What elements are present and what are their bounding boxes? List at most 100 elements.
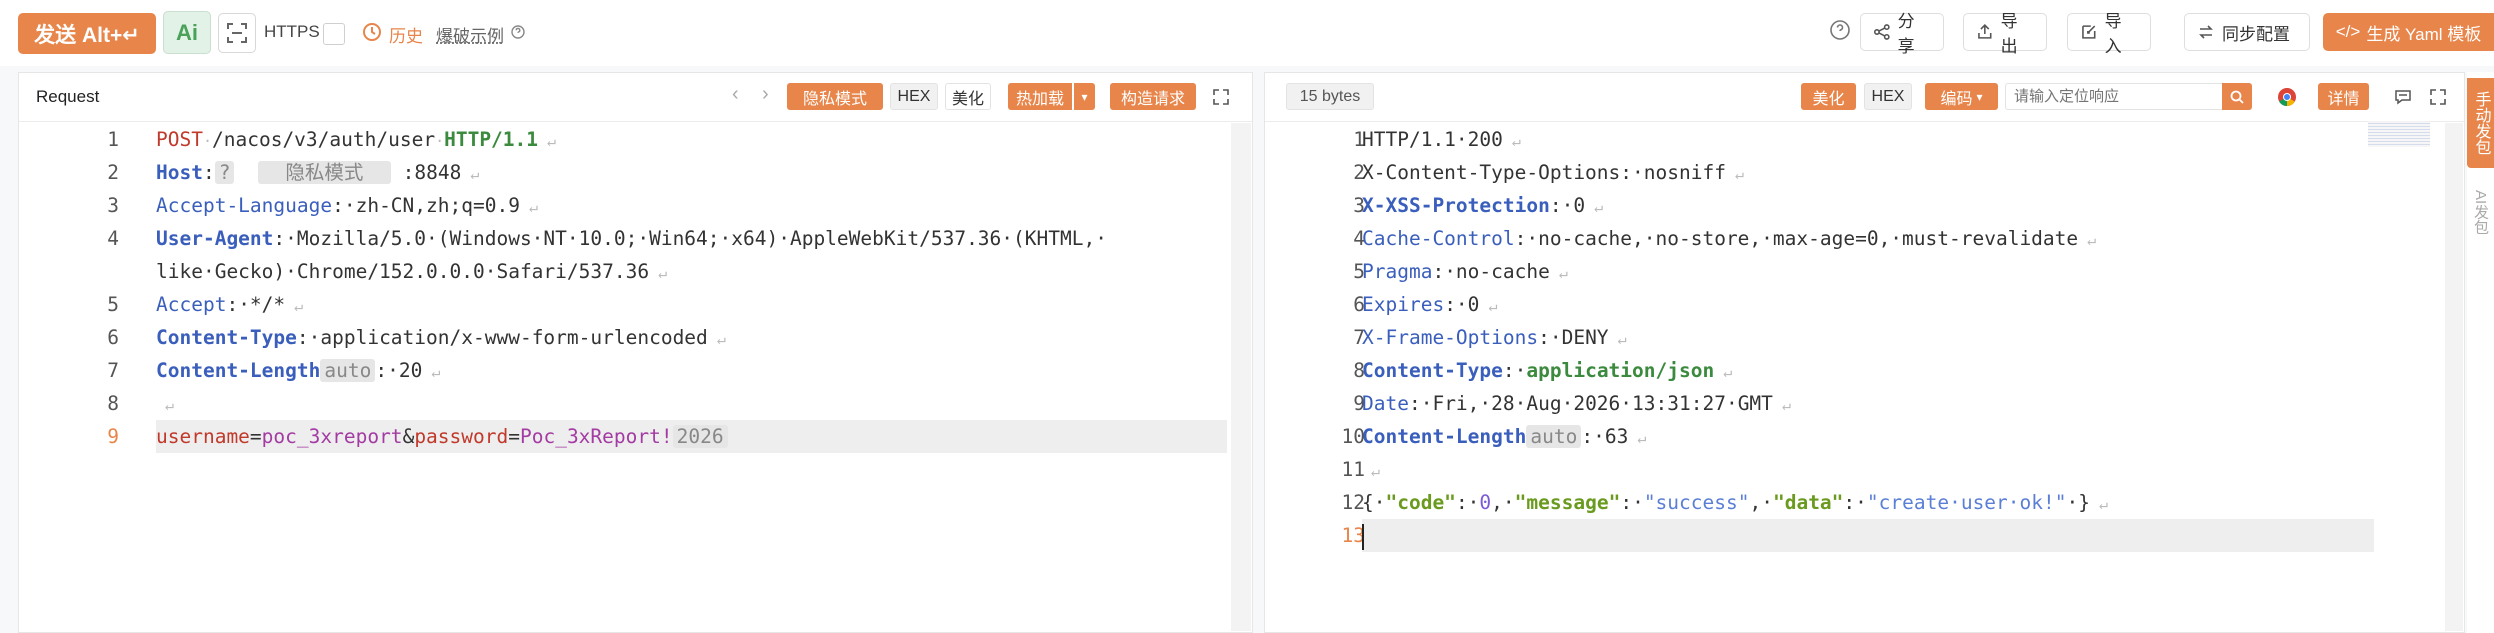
code-line: 2 X-Content-Type-Options:·nosniff ↵ [1265,156,2464,189]
send-button-label: 发送 Alt+↵ [34,23,140,47]
beautify-button[interactable]: 美化 [945,83,991,110]
code-line: 12 {·"code":·0,·"message":·"success",·"da… [1265,486,2464,519]
token: Pragma [1362,260,1433,283]
token: Content-Type [156,326,297,349]
chrome-icon[interactable] [2277,87,2297,107]
share-label: 分享 [1897,12,1915,56]
token: ↵ [2078,231,2097,249]
token: Poc_3xReport! [519,425,673,448]
chevron-left-icon[interactable]: ‹ [732,83,739,106]
token: 2026 [672,425,728,448]
code-line: 9 username=poc_3xreport&password=Poc_3xRe… [107,420,1227,453]
fullscreen-icon[interactable] [2429,88,2447,106]
code-line: 7 X-Frame-Options:·DENY ↵ [1265,321,2464,354]
response-editor[interactable]: 1 HTTP/1.1·200 ↵ 2 X-Content-Type-Options:·… [1265,123,2464,632]
token: X-Content-Type-Options:·nosniff [1362,161,1726,184]
import-button[interactable]: 导入 [2067,12,2151,56]
line-content: POST·/nacos/v3/auth/user·HTTP/1.1 ↵ [156,123,556,158]
token: : [202,161,215,184]
chevron-down-icon: ▾ [1081,89,1088,104]
token: :·Fri,·28·Aug·2026·13:31:27·GMT [1408,392,1773,415]
line-content: X-Content-Type-Options:·nosniff ↵ [1362,156,1744,191]
request-scrollbar[interactable] [1231,123,1251,631]
line-content: username=poc_3xreport&password=Poc_3xRep… [156,420,728,453]
line-content: Content-Length auto:·63 ↵ [1362,420,1646,455]
help-icon[interactable] [511,25,525,39]
construct-request-button[interactable]: 构造请求 [1110,83,1196,110]
line-number: 6 [107,326,119,349]
line-content: like·Gecko)·Chrome/152.0.0.0·Safari/537.… [156,255,667,290]
chevron-right-icon[interactable]: › [762,83,769,106]
hotload-button[interactable]: 热加载 [1008,83,1072,110]
line-number: 13 [1341,524,1365,547]
response-scrollbar[interactable] [2445,123,2463,631]
token: HTTP/1.1·200 [1362,128,1503,151]
export-button[interactable]: 导出 [1963,12,2047,56]
ai-send-tab[interactable]: AI发包 [2467,182,2494,242]
scan-frame-button[interactable] [218,13,256,53]
response-hex-button[interactable]: HEX [1864,83,1912,110]
token: ↵ [1585,198,1604,216]
hotload-dropdown[interactable]: ▾ [1074,83,1095,110]
token: ↵ [1628,429,1647,447]
token: :· [1620,491,1644,514]
code-line: 3 X-XSS-Protection:·0 ↵ [1265,189,2464,222]
code-line: 13 [1342,519,2374,552]
search-button[interactable] [2222,83,2252,110]
response-beautify-button[interactable]: 美化 [1801,83,1856,110]
https-checkbox[interactable] [323,23,345,45]
locate-response-input[interactable] [2005,83,2229,110]
history-link[interactable]: 历史 [389,22,423,47]
token: :·*/* [226,293,286,316]
sync-config-button[interactable]: 同步配置 [2184,13,2310,51]
comment-icon[interactable] [2394,88,2412,106]
question-icon[interactable] [1829,19,1851,41]
token: ? [214,161,235,184]
encoding-dropdown[interactable]: 编码 ▾ [1925,83,1998,110]
request-title: Request [36,87,100,106]
line-content: ↵ [156,387,174,422]
share-button[interactable]: 分享 [1860,12,1944,56]
token: ↵ [1549,264,1568,282]
token: auto [320,359,376,382]
token: Accept [156,293,227,316]
token: 隐私模式 [257,161,391,184]
ai-button[interactable]: Ai [163,11,211,54]
send-button[interactable]: 发送 Alt+↵ [18,13,156,54]
hex-button[interactable]: HEX [890,83,938,110]
token: Content-Type [1362,359,1503,382]
token: Content-Length [156,359,321,382]
details-button[interactable]: 详情 [2318,83,2369,110]
sync-icon [2199,25,2213,39]
token: = [249,425,262,448]
token: 0 [1479,491,1492,514]
fullscreen-icon[interactable] [1212,88,1230,106]
token: :·no-cache [1432,260,1550,283]
token: :·Mozilla/5.0·(Windows·NT·10.0;·Win64;·x… [273,227,1107,250]
token: Host [156,161,203,184]
line-number: 5 [107,293,119,316]
line-number: 4 [107,227,119,250]
manual-send-tab[interactable]: 手动发包 [2467,78,2494,168]
privacy-mode-button[interactable]: 隐私模式 [787,83,883,110]
generate-yaml-button[interactable]: </> 生成 Yaml 模板 [2323,13,2494,51]
token: ↵ [2089,495,2109,513]
export-icon [1978,24,1992,39]
minimap[interactable] [2368,121,2430,147]
line-number: 9 [107,425,119,448]
top-toolbar: 发送 Alt+↵ Ai HTTPS 历史 爆破示例 分享 导出 导入 同步配置 … [0,0,2494,66]
token: ↵ [1725,165,1745,183]
line-number: 3 [1353,194,1365,217]
examples-link[interactable]: 爆破示例 [436,22,504,47]
token: ↵ [1362,462,1381,480]
request-editor[interactable]: 1 POST·/nacos/v3/auth/user·HTTP/1.1 ↵ 2 Hos… [19,123,1252,632]
response-panel: 15 bytes 美化 HEX 编码▾ 详情 1HTTP/1.1·200 ↵2X… [1264,72,2465,633]
line-content: X-XSS-Protection:·0 ↵ [1362,189,1603,224]
line-number: 1 [1353,128,1365,151]
line-content: Accept-Language:·zh-CN,zh;q=0.9 ↵ [156,189,538,224]
code-line: 1 HTTP/1.1·200 ↵ [1265,123,2464,156]
token: :·no-cache,·no-store,·max-age=0,·must-re… [1514,227,2079,250]
line-number: 1 [107,128,119,151]
line-content: User-Agent:·Mozilla/5.0·(Windows·NT·10.0… [156,222,1107,255]
token: Content-Length [1362,425,1527,448]
